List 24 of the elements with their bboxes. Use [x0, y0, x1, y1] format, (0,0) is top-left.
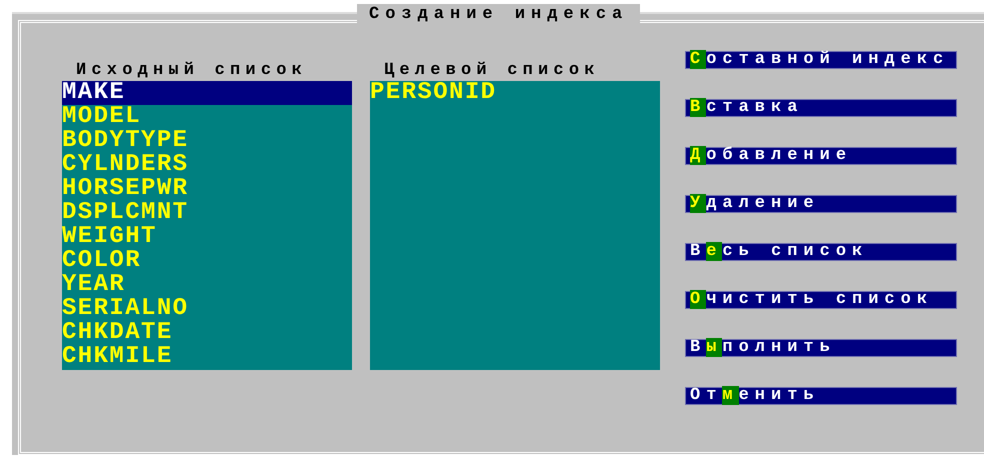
list-heading: Исходный список	[75, 61, 308, 81]
menu-button[interactable]: У даление	[685, 195, 957, 213]
menu-button[interactable]: С оставной индекс	[685, 51, 957, 69]
list-item[interactable]: COLOR	[62, 249, 352, 273]
menu-button[interactable]: В ы полнить	[685, 339, 957, 357]
menu-button[interactable]: Д обавление	[685, 147, 957, 165]
list-item[interactable]: WEIGHT	[62, 225, 352, 249]
list-item[interactable]: CHKDATE	[62, 321, 352, 345]
menu-button[interactable]: От м енить	[685, 387, 957, 405]
list-item[interactable]: MAKE	[62, 81, 352, 105]
menu-button[interactable]: О чистить список	[685, 291, 957, 309]
list-item[interactable]: PERSONID	[370, 81, 660, 105]
list-item[interactable]: BODYTYPE	[62, 129, 352, 153]
list-item[interactable]: MODEL	[62, 105, 352, 129]
list-item[interactable]: DSPLCMNT	[62, 201, 352, 225]
list-item[interactable]: SERIALNO	[62, 297, 352, 321]
list-item[interactable]: HORSEPWR	[62, 177, 352, 201]
list-item[interactable]: YEAR	[62, 273, 352, 297]
list-item[interactable]: CHKMILE	[62, 345, 352, 369]
list-heading: Целевой список	[383, 61, 601, 81]
menu-button[interactable]: В е сь список	[685, 243, 957, 261]
menu-button[interactable]: В ставка	[685, 99, 957, 117]
window-title: Создание индекса	[357, 4, 640, 26]
list-item[interactable]: CYLNDERS	[62, 153, 352, 177]
